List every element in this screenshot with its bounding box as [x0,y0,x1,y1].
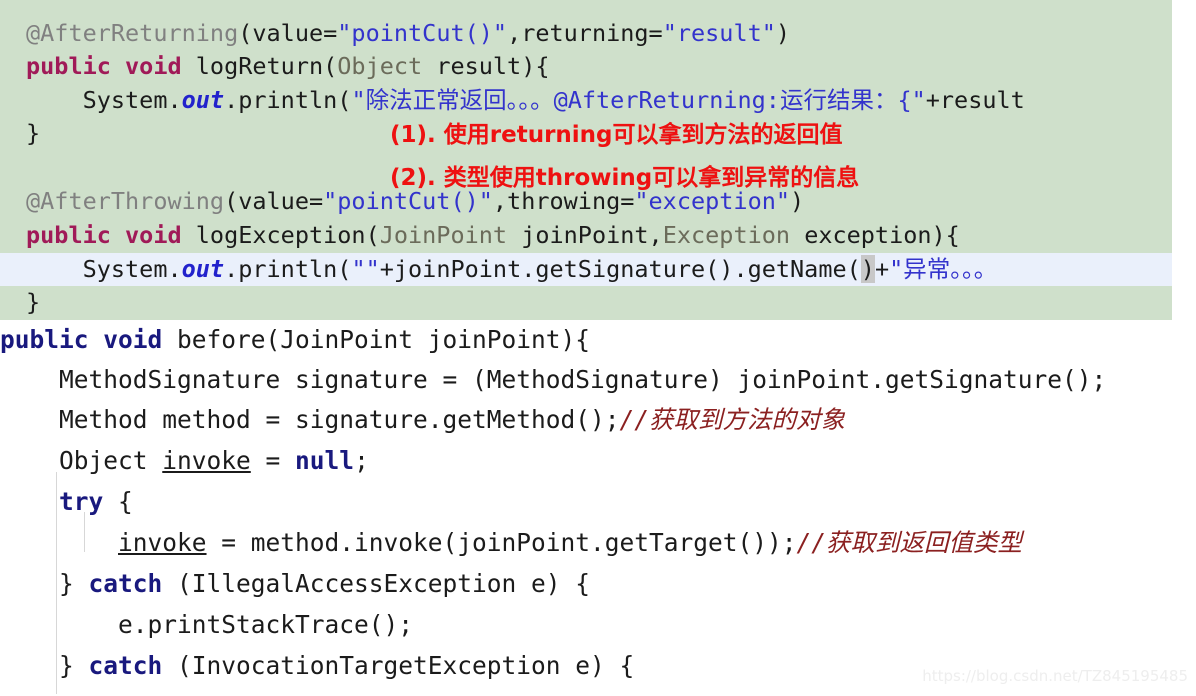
code-token: out [181,255,225,283]
code-line-before-signature[interactable]: public void before(JoinPoint joinPoint){ [0,320,1196,360]
code-token: out [181,86,225,114]
code-token: invoke [118,528,207,557]
code-token: before(JoinPoint joinPoint){ [162,325,591,354]
code-token: (IllegalAccessException e) { [162,569,591,598]
code-token: .println( [224,255,352,283]
code-line-log-exception-println[interactable]: System.out.println(""+joinPoint.getSigna… [0,253,1172,286]
code-token: public void [26,52,182,80]
code-token: } [26,119,41,147]
code-token: ; [354,446,369,475]
code-token: @AfterThrowing [26,187,225,215]
code-token: +joinPoint.getSignature().getName( [379,255,861,283]
code-token: public void [0,325,163,354]
code-token: "除法正常返回。。。@AfterReturning: [351,86,780,114]
code-line-print-stack-trace[interactable]: e.printStackTrace(); [0,605,1196,645]
code-token: catch [88,569,163,598]
code-line-method-signature-decl[interactable]: MethodSignature signature = (MethodSigna… [0,360,1196,400]
code-token: ) [775,19,791,47]
code-line-log-exception-signature[interactable]: public void logException(JoinPoint joinP… [0,219,1172,252]
code-token: catch [88,651,163,680]
code-line-invoke-call[interactable]: invoke = method.invoke(joinPoint.getTarg… [0,523,1196,563]
annotation-throwing: (2). 类型使用throwing可以拿到异常的信息 [390,165,860,191]
code-line-log-return-signature[interactable]: public void logReturn(Object result){ [0,50,1172,83]
code-line-invoke-decl[interactable]: Object invoke = null; [0,441,1196,481]
code-token: Exception [662,221,791,249]
code-token: (value= [224,187,324,215]
code-token: ) [860,255,875,283]
code-token: //获取到方法的对象 [619,405,846,434]
code-token: joinPoint, [507,221,663,249]
code-token: public void [26,221,182,249]
code-token: e.printStackTrace(); [0,610,414,639]
code-token: = method.invoke(joinPoint.getTarget()); [206,528,797,557]
code-token: System. [26,86,182,114]
code-token: {" [897,86,926,114]
code-token: Method method = signature.getMethod(); [0,405,620,434]
code-token: @AfterReturning [26,19,239,47]
code-token: +result [925,86,1025,114]
lower-code-pane[interactable]: public void before(JoinPoint joinPoint){… [0,320,1196,696]
code-token: Object [0,446,163,475]
code-token: JoinPoint [379,221,508,249]
code-token: try [59,487,104,516]
code-token: = [250,446,296,475]
code-token: "异常。。。 [889,255,998,283]
code-token: .println( [224,86,352,114]
code-token: MethodSignature signature = (MethodSigna… [0,365,1107,394]
code-token: } [0,569,89,598]
code-token: Object [337,52,423,80]
code-line-try-open[interactable]: try { [0,482,1196,522]
code-line-catch-illegal-access[interactable]: } catch (IllegalAccessException e) { [0,564,1196,604]
code-token: //获取到返回值类型 [796,528,1023,557]
code-line-after-returning-annotation[interactable]: @AfterReturning(value="pointCut()",retur… [0,17,1172,50]
code-token: 运行结果： [779,86,898,114]
code-token: ,returning= [507,19,663,47]
code-token: } [26,288,41,316]
code-token: "" [351,255,380,283]
code-line-log-return-println[interactable]: System.out.println("除法正常返回。。。@AfterRetur… [0,84,1172,117]
code-token: + [874,255,890,283]
code-token: System. [26,255,182,283]
code-line-method-decl[interactable]: Method method = signature.getMethod();//… [0,400,1196,440]
code-token: { [103,487,133,516]
code-token: (InvocationTargetException e) { [162,651,635,680]
code-token: exception){ [790,221,960,249]
code-token: logException( [181,221,380,249]
code-token: "pointCut()" [337,19,508,47]
code-token: (value= [238,19,338,47]
code-token: logReturn( [181,52,338,80]
code-token: invoke [162,446,251,475]
code-token: null [295,446,355,475]
code-token: "result" [662,19,776,47]
code-line-log-exception-close-brace[interactable]: } [0,286,1172,319]
code-token: } [0,651,89,680]
annotation-returning: (1). 使用returning可以拿到方法的返回值 [390,122,843,148]
watermark: https://blog.csdn.net/TZ845195485 [922,667,1188,685]
code-token: result){ [422,52,550,80]
